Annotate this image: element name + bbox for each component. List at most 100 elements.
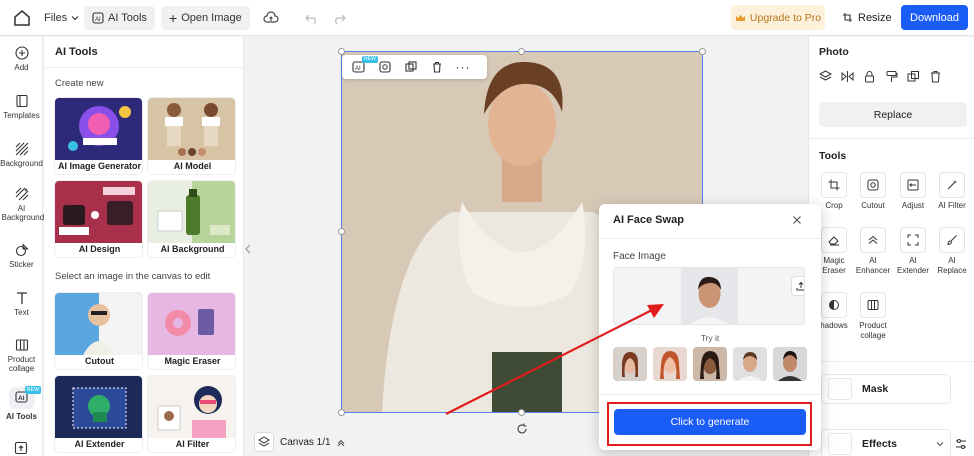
undo-icon[interactable] xyxy=(303,9,321,27)
resize-handle[interactable] xyxy=(699,48,706,55)
resize-handle[interactable] xyxy=(518,48,525,55)
enhance-icon xyxy=(868,235,878,244)
divider xyxy=(44,67,244,68)
upgrade-button[interactable]: Upgrade to Pro xyxy=(731,5,825,30)
dialog-title: AI Face Swap xyxy=(613,214,684,226)
tool-box xyxy=(821,227,847,253)
rail-item-add[interactable]: Add xyxy=(0,46,43,72)
resize-handle[interactable] xyxy=(518,409,525,416)
download-button[interactable]: Download xyxy=(901,5,968,30)
layers-icon[interactable] xyxy=(819,70,832,83)
lock-icon[interactable] xyxy=(863,70,876,83)
replace-button[interactable]: Replace xyxy=(819,102,967,127)
chevron-up-icon[interactable] xyxy=(337,438,345,446)
upload-icon xyxy=(796,281,804,291)
crop-icon xyxy=(828,179,840,191)
tile-ai-model[interactable]: AI Model xyxy=(147,97,236,175)
rotate-icon[interactable] xyxy=(516,423,528,435)
tool-box xyxy=(860,292,886,318)
tool-adjust[interactable]: Adjust xyxy=(894,172,932,211)
ai-tools-label: AI Tools xyxy=(108,12,147,24)
close-icon[interactable] xyxy=(792,215,802,225)
tile-cutout[interactable]: Cutout xyxy=(54,292,143,370)
rail-item-ai-background[interactable]: AI Background xyxy=(0,187,44,222)
ai-design-thumbnail xyxy=(55,181,142,243)
resize-button[interactable]: Resize xyxy=(842,5,892,30)
rail-item-background[interactable]: Background xyxy=(0,142,43,168)
resize-icon xyxy=(843,13,852,22)
tile-caption: Cutout xyxy=(85,356,114,366)
trash-icon xyxy=(433,61,441,73)
divider xyxy=(809,361,974,362)
sample-face-thumbnail[interactable] xyxy=(693,347,727,381)
resize-handle[interactable] xyxy=(338,409,345,416)
open-image-button[interactable]: + Open Image xyxy=(161,6,250,30)
rail-item-sticker[interactable]: Sticker xyxy=(0,243,43,269)
open-image-label: Open Image xyxy=(181,12,242,24)
redo-icon[interactable] xyxy=(330,9,348,27)
flip-icon[interactable] xyxy=(841,70,854,83)
tool-crop[interactable]: Crop xyxy=(815,172,853,211)
mask-accordion[interactable]: Mask xyxy=(821,374,951,404)
home-icon[interactable] xyxy=(12,8,32,28)
layers-button[interactable] xyxy=(254,432,274,452)
tile-magic-eraser[interactable]: Magic Eraser xyxy=(147,292,236,370)
ai-tools-button[interactable]: AI AI Tools xyxy=(84,6,155,30)
adjust-icon xyxy=(907,179,919,191)
sliders-icon[interactable] xyxy=(955,438,967,450)
upload-icon[interactable] xyxy=(14,441,28,455)
cloud-upload-icon[interactable] xyxy=(262,9,280,27)
tile-ai-image-generator[interactable]: AI Image Generator xyxy=(54,97,143,175)
paint-roller-icon[interactable] xyxy=(885,70,898,83)
files-menu[interactable]: Files xyxy=(36,6,87,30)
magic-wand-icon xyxy=(947,180,957,190)
rail-item-product-collage[interactable]: Product collage xyxy=(0,338,43,373)
more-options-button[interactable]: ··· xyxy=(452,58,474,76)
canvas-page-label[interactable]: Canvas 1/1 xyxy=(280,437,331,448)
delete-button[interactable] xyxy=(426,58,448,76)
tool-ai-replace[interactable]: AI Replace xyxy=(933,227,971,276)
panel-title: AI Tools xyxy=(55,46,98,58)
tile-ai-filter[interactable]: AI Filter xyxy=(147,375,236,453)
tool-ai-filter[interactable]: AI Filter xyxy=(933,172,971,211)
tile-ai-extender[interactable]: AI Extender xyxy=(54,375,143,453)
tool-product-collage[interactable]: Product collage xyxy=(854,292,892,341)
rail-item-templates[interactable]: Templates xyxy=(0,94,43,120)
ai-tools-float-button[interactable]: AI NEW xyxy=(348,56,378,76)
sample-face-thumbnail[interactable] xyxy=(733,347,767,381)
tool-box xyxy=(900,172,926,198)
duplicate-button[interactable] xyxy=(400,58,422,76)
tool-box xyxy=(821,172,847,198)
tool-cutout[interactable]: Cutout xyxy=(854,172,892,211)
rail-label: Templates xyxy=(3,111,40,120)
effects-accordion[interactable]: Effects xyxy=(821,429,951,456)
templates-icon xyxy=(15,94,28,108)
upload-face-button[interactable] xyxy=(791,276,804,296)
sample-face-thumbnail[interactable] xyxy=(653,347,687,381)
resize-handle[interactable] xyxy=(338,48,345,55)
duplicate-icon[interactable] xyxy=(907,70,920,83)
tool-ai-enhancer[interactable]: AI Enhancer xyxy=(854,227,892,276)
tool-ai-extender[interactable]: AI Extender xyxy=(894,227,932,276)
ai-model-thumbnail xyxy=(148,98,235,160)
files-label: Files xyxy=(44,12,68,24)
effects-label: Effects xyxy=(862,438,898,450)
rail-label: Background xyxy=(0,159,43,168)
rail-item-ai-tools[interactable]: AI NEW AI Tools xyxy=(0,386,43,421)
layers-icon xyxy=(258,436,270,447)
tile-ai-background[interactable]: AI Background xyxy=(147,180,236,258)
ai-background-thumbnail xyxy=(148,181,235,243)
tools-title: Tools xyxy=(819,150,847,162)
resize-handle[interactable] xyxy=(338,228,345,235)
new-badge: NEW xyxy=(24,386,42,394)
trash-icon[interactable] xyxy=(929,70,942,83)
sample-face-thumbnail[interactable] xyxy=(773,347,807,381)
rail-label: Sticker xyxy=(9,260,34,269)
rail-item-text[interactable]: Text xyxy=(0,291,43,317)
tile-caption: AI Model xyxy=(173,161,212,171)
face-image-dropzone[interactable] xyxy=(613,267,805,325)
sample-face-thumbnail[interactable] xyxy=(613,347,647,381)
collapse-panel-icon[interactable] xyxy=(244,240,252,258)
tool-label: AI Filter xyxy=(938,201,966,210)
tile-ai-design[interactable]: AI Design xyxy=(54,180,143,258)
